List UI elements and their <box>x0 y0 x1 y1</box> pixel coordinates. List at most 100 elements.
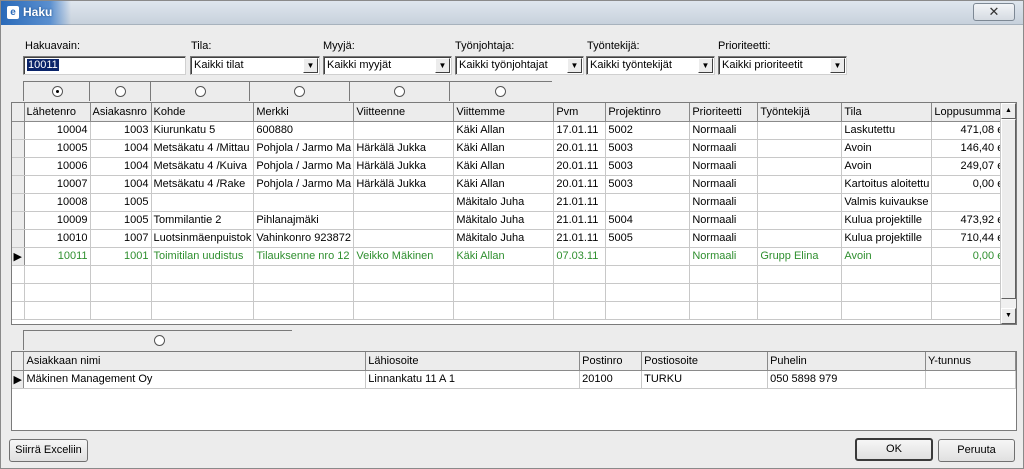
sort-radio[interactable] <box>52 86 63 97</box>
table-cell[interactable]: 249,07 e <box>931 157 1007 176</box>
table-cell[interactable]: Pohjola / Jarmo Ma <box>253 139 355 158</box>
ok-button[interactable]: OK <box>855 438 933 461</box>
tyonjohtaja-select[interactable]: Kaikki työnjohtajat ▼ <box>455 56 584 75</box>
table-row[interactable]: 10008 1005 Mäkitalo Juha 21.01.11 Normaali Va… <box>12 193 1007 212</box>
sort-radio[interactable] <box>115 86 126 97</box>
table-cell[interactable]: 710,44 e <box>931 229 1007 248</box>
close-button[interactable]: ✕ <box>973 3 1015 21</box>
table-cell[interactable] <box>151 193 255 212</box>
column-header[interactable]: Postiosoite <box>641 352 769 371</box>
column-header[interactable]: Y-tunnus <box>925 352 1016 371</box>
table-cell[interactable]: Käki Allan <box>453 247 555 266</box>
table-cell[interactable]: 1001 <box>90 247 152 266</box>
table-cell[interactable]: Laskutettu <box>841 121 933 140</box>
tila-select[interactable]: Kaikki tilat ▼ <box>190 56 320 75</box>
table-cell[interactable]: 5004 <box>605 211 691 230</box>
table-cell[interactable]: Normaali <box>689 157 759 176</box>
table-cell[interactable]: Mäkitalo Juha <box>453 193 555 212</box>
sort-radio[interactable] <box>394 86 405 97</box>
table-cell[interactable]: 050 5898 979 <box>767 370 926 389</box>
chevron-down-icon[interactable]: ▼ <box>435 58 450 73</box>
chevron-down-icon[interactable]: ▼ <box>698 58 713 73</box>
table-cell[interactable]: Luotsinmäenpuistok <box>151 229 255 248</box>
column-header[interactable]: Työntekijä <box>757 103 843 122</box>
table-cell[interactable]: Pohjola / Jarmo Ma <box>253 157 355 176</box>
table-cell[interactable] <box>353 121 455 140</box>
column-header[interactable]: Loppusumma <box>931 103 1007 122</box>
table-cell[interactable]: Normaali <box>689 229 759 248</box>
table-cell[interactable]: Käki Allan <box>453 175 555 194</box>
table-cell[interactable]: 20.01.11 <box>553 157 607 176</box>
table-cell[interactable] <box>605 193 691 212</box>
chevron-down-icon[interactable]: ▼ <box>830 58 845 73</box>
column-header[interactable]: Prioriteetti <box>689 103 759 122</box>
orders-grid[interactable]: Lähetenro Asiakasnro Kohde Merkki Viitteenne… <box>11 102 1017 325</box>
table-cell[interactable]: 10006 <box>24 157 91 176</box>
table-cell[interactable]: 0,00 e <box>931 175 1007 194</box>
table-cell[interactable]: 10010 <box>24 229 91 248</box>
table-cell[interactable]: 10005 <box>24 139 91 158</box>
myyja-select[interactable]: Kaikki myyjät ▼ <box>323 56 452 75</box>
table-cell[interactable]: Veikko Mäkinen <box>353 247 455 266</box>
scroll-up-icon[interactable]: ▲ <box>1001 103 1016 119</box>
row-selector[interactable] <box>12 139 25 158</box>
table-cell[interactable]: 5003 <box>605 175 691 194</box>
table-cell[interactable]: Pohjola / Jarmo Ma <box>253 175 355 194</box>
table-cell[interactable]: 10004 <box>24 121 91 140</box>
table-cell[interactable]: Metsäkatu 4 /Rake <box>151 175 255 194</box>
table-cell[interactable]: Pihlanajmäki <box>253 211 355 230</box>
row-selector[interactable] <box>12 229 25 248</box>
table-cell[interactable]: Toimitilan uudistus <box>151 247 255 266</box>
table-cell[interactable]: 473,92 e <box>931 211 1007 230</box>
column-header[interactable]: Kohde <box>151 103 255 122</box>
table-cell[interactable]: Grupp Elina <box>757 247 843 266</box>
table-cell[interactable] <box>353 211 455 230</box>
tyontekija-select[interactable]: Kaikki työntekijät ▼ <box>586 56 715 75</box>
table-cell[interactable]: 146,40 e <box>931 139 1007 158</box>
table-cell[interactable]: Normaali <box>689 211 759 230</box>
table-cell[interactable]: 0,00 e <box>931 247 1007 266</box>
search-key-input[interactable]: 10011 <box>23 56 186 75</box>
table-cell[interactable] <box>757 211 843 230</box>
table-cell[interactable]: Avoin <box>841 139 933 158</box>
export-excel-button[interactable]: Siirrä Exceliin <box>9 439 88 462</box>
prioriteetti-select[interactable]: Kaikki prioriteetit ▼ <box>718 56 847 75</box>
scroll-thumb[interactable] <box>1001 119 1016 299</box>
table-cell[interactable]: Avoin <box>841 247 933 266</box>
table-cell[interactable]: 10008 <box>24 193 91 212</box>
table-cell[interactable]: TURKU <box>641 370 769 389</box>
table-cell[interactable] <box>757 229 843 248</box>
table-cell[interactable]: 21.01.11 <box>553 193 607 212</box>
chevron-down-icon[interactable]: ▼ <box>567 58 582 73</box>
column-header[interactable]: Projektinro <box>605 103 691 122</box>
row-selector[interactable] <box>12 121 25 140</box>
table-cell[interactable]: 17.01.11 <box>553 121 607 140</box>
scroll-down-icon[interactable]: ▼ <box>1001 308 1016 324</box>
table-cell[interactable] <box>757 193 843 212</box>
table-cell[interactable]: 1003 <box>90 121 152 140</box>
table-cell[interactable] <box>757 157 843 176</box>
column-header[interactable]: Merkki <box>253 103 355 122</box>
table-cell[interactable]: 1007 <box>90 229 152 248</box>
customer-grid[interactable]: Asiakkaan nimi Lähiosoite Postinro Postioso… <box>11 351 1017 431</box>
table-cell[interactable]: 10009 <box>24 211 91 230</box>
table-row[interactable]: ▶ Mäkinen Management Oy Linnankatu 11 A 12… <box>12 370 1016 389</box>
table-cell[interactable]: Tommilantie 2 <box>151 211 255 230</box>
table-cell[interactable]: 21.01.11 <box>553 229 607 248</box>
table-cell[interactable] <box>931 193 1007 212</box>
table-row[interactable]: 10009 1005 Tommilantie 2 Pihlanajmäki Mäkita… <box>12 211 1007 230</box>
table-cell[interactable]: 5002 <box>605 121 691 140</box>
table-cell[interactable]: Mäkitalo Juha <box>453 229 555 248</box>
table-row[interactable]: 10004 1003 Kiurunkatu 5 600880 Käki Allan 17.… <box>12 121 1007 140</box>
table-cell[interactable]: Kulua projektille <box>841 229 933 248</box>
table-cell[interactable]: 20100 <box>579 370 643 389</box>
table-cell[interactable]: 10011 <box>24 247 91 266</box>
column-header[interactable]: Lähiosoite <box>365 352 581 371</box>
table-cell[interactable] <box>757 175 843 194</box>
table-cell[interactable]: 471,08 e <box>931 121 1007 140</box>
table-cell[interactable] <box>253 193 355 212</box>
table-cell[interactable]: 1004 <box>90 157 152 176</box>
table-cell[interactable] <box>605 247 691 266</box>
table-cell[interactable]: Tilauksenne nro 12 <box>253 247 355 266</box>
column-header[interactable]: Tila <box>841 103 933 122</box>
